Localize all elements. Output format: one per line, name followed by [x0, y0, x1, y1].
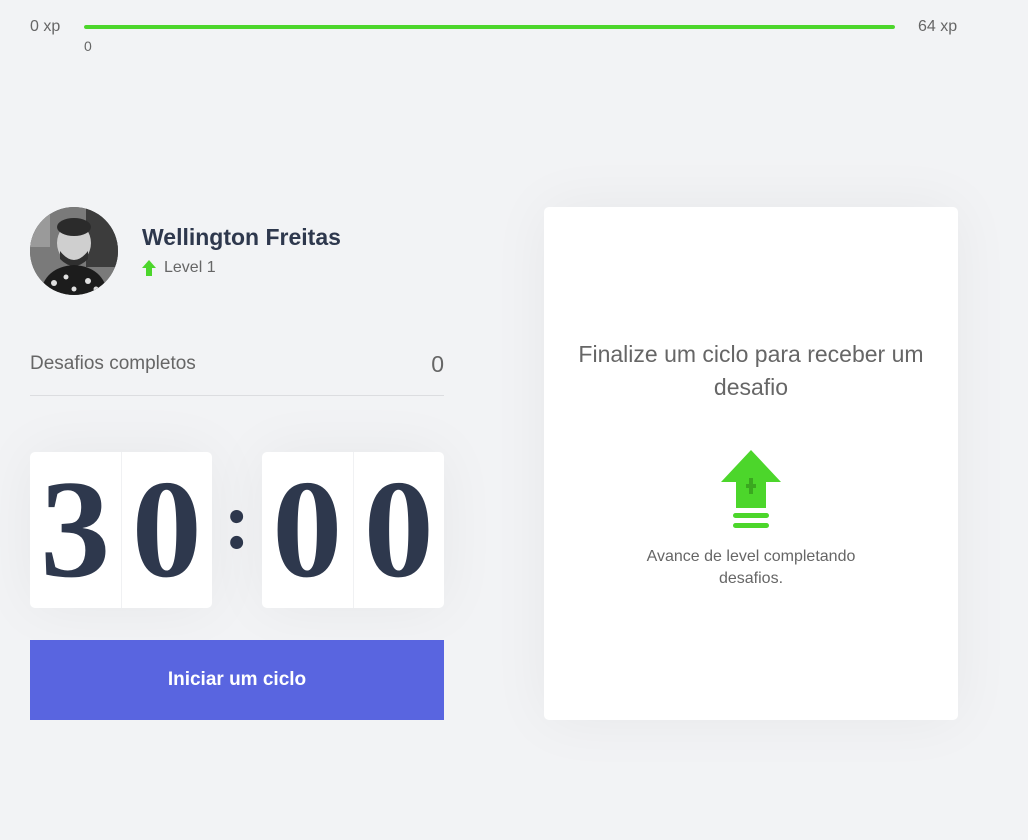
second-digit-right: 0	[363, 452, 434, 607]
xp-max-label: 64 xp	[918, 18, 958, 35]
xp-current-label: 0	[84, 38, 92, 54]
xp-min-label: 0 xp	[30, 18, 61, 35]
minute-digit-left: 3	[30, 452, 122, 608]
user-level: Level 1	[142, 259, 216, 277]
level-up-icon	[721, 450, 781, 528]
completed-challenges-label: Desafios completos	[30, 353, 196, 374]
experience-bar: 0 xp 0 64 xp	[0, 0, 1028, 60]
xp-progress-fill	[84, 25, 895, 29]
second-digit-left: 0	[262, 452, 354, 608]
countdown: 3 0 : 0 0	[30, 452, 444, 608]
avatar	[30, 207, 118, 295]
profile: Wellington Freitas Level 1	[30, 207, 444, 295]
minutes-card: 3 0	[30, 452, 212, 608]
start-cycle-button[interactable]: Iniciar um ciclo	[30, 640, 444, 720]
completed-challenges-count: 0	[431, 351, 444, 377]
countdown-separator: :	[223, 478, 251, 566]
level-label: Level 1	[164, 259, 216, 276]
user-name: Wellington Freitas	[142, 224, 341, 250]
challenge-box-description: Avance de level completando desafios.	[646, 548, 856, 587]
xp-progress-track	[84, 25, 895, 29]
left-column: Wellington Freitas Level 1 Desafios comp…	[30, 207, 444, 720]
completed-challenges: Desafios completos 0	[30, 344, 444, 396]
challenge-box-title: Finalize um ciclo para receber um desafi…	[578, 341, 924, 400]
seconds-card: 0 0	[262, 452, 444, 608]
challenge-box: Finalize um ciclo para receber um desafi…	[544, 207, 958, 720]
level-up-arrow-icon	[142, 260, 156, 276]
minute-digit-right: 0	[131, 452, 202, 607]
